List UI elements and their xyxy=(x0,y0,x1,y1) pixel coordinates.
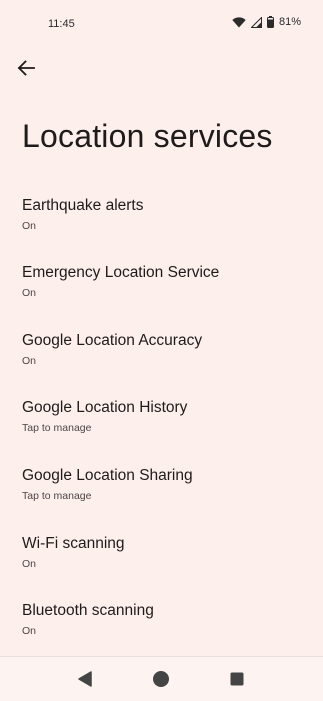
setting-title: Google Location History xyxy=(22,399,188,416)
setting-title: Earthquake alerts xyxy=(22,197,144,214)
setting-subtitle: On xyxy=(22,287,37,299)
setting-subtitle: On xyxy=(22,220,37,232)
setting-bluetooth-scanning[interactable]: Bluetooth scanning On xyxy=(0,593,323,655)
wifi-icon xyxy=(232,16,246,27)
setting-title: Emergency Location Service xyxy=(22,264,220,281)
battery-percent: 81% xyxy=(278,16,301,28)
setting-google-location-history[interactable]: Google Location History Tap to manage xyxy=(0,390,323,452)
setting-title: Bluetooth scanning xyxy=(22,602,154,619)
setting-subtitle: On xyxy=(22,625,37,637)
setting-subtitle: On xyxy=(22,558,37,570)
status-time: 11:45 xyxy=(48,18,75,30)
setting-subtitle: On xyxy=(22,355,37,367)
cellular-signal-icon xyxy=(250,16,262,28)
setting-emergency-location-service[interactable]: Emergency Location Service On xyxy=(0,255,323,317)
back-triangle-icon xyxy=(78,671,92,687)
nav-home-button[interactable] xyxy=(149,667,173,691)
home-circle-icon xyxy=(153,671,169,687)
back-button[interactable] xyxy=(12,54,40,82)
page-title: Location services xyxy=(22,118,273,154)
recents-square-icon xyxy=(230,672,244,686)
status-bar: 11:45 81% xyxy=(0,0,323,48)
setting-subtitle: Tap to manage xyxy=(22,422,92,434)
navigation-bar xyxy=(0,656,323,701)
setting-title: Google Location Accuracy xyxy=(22,332,203,349)
setting-earthquake-alerts[interactable]: Earthquake alerts On xyxy=(0,188,323,250)
setting-title: Google Location Sharing xyxy=(22,467,193,484)
setting-google-location-sharing[interactable]: Google Location Sharing Tap to manage xyxy=(0,458,323,520)
setting-wifi-scanning[interactable]: Wi-Fi scanning On xyxy=(0,526,323,588)
arrow-back-icon xyxy=(17,60,35,76)
setting-google-location-accuracy[interactable]: Google Location Accuracy On xyxy=(0,323,323,385)
nav-back-button[interactable] xyxy=(73,667,97,691)
status-icons: 81% xyxy=(232,16,301,28)
setting-subtitle: Tap to manage xyxy=(22,490,92,502)
nav-recents-button[interactable] xyxy=(225,667,249,691)
setting-title: Wi-Fi scanning xyxy=(22,535,125,552)
battery-icon xyxy=(266,16,274,28)
